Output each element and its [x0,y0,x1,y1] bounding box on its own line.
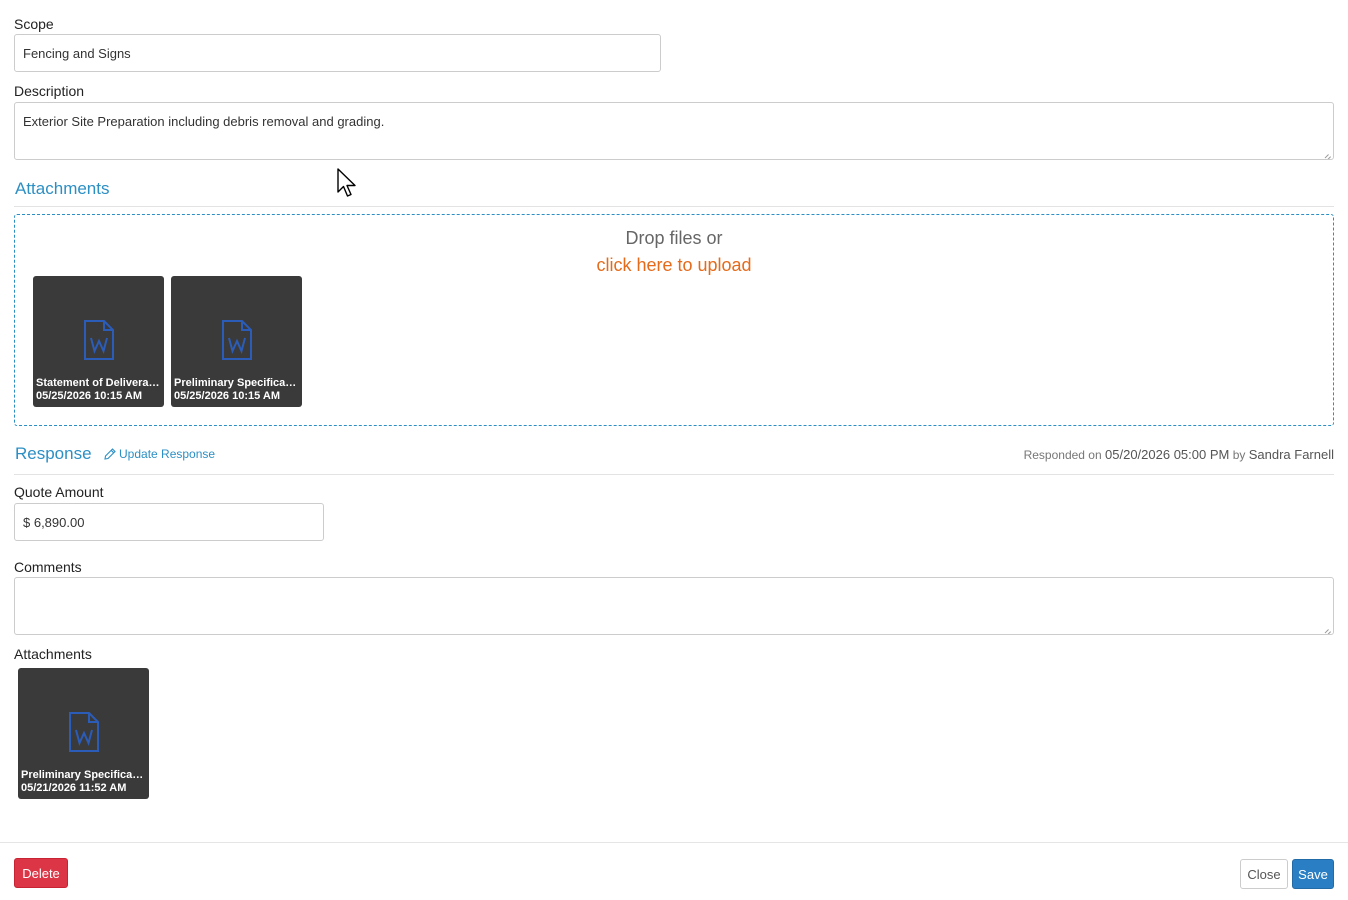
mouse-cursor-icon [337,168,356,197]
footer-divider [0,842,1348,843]
response-attachments-label: Attachments [14,646,92,662]
resize-grip-icon[interactable] [1323,149,1331,157]
attachments-divider [14,206,1334,207]
attachment-tile[interactable]: Preliminary Specifications 05/25/2026 10… [171,276,302,407]
upload-link[interactable]: click here to upload [15,255,1333,276]
attachment-date: 05/25/2026 10:15 AM [36,390,142,402]
close-button[interactable]: Close [1240,859,1288,889]
word-file-icon [221,320,252,360]
file-dropzone[interactable]: Drop files or click here to upload State… [14,214,1334,426]
responded-prefix: Responded on [1023,448,1102,462]
attachment-date: 05/25/2026 10:15 AM [174,390,280,402]
attachment-name: Preliminary Specifications [174,377,298,389]
save-button[interactable]: Save [1292,859,1334,889]
word-file-icon [68,712,99,752]
responded-by-user: Sandra Farnell [1248,447,1334,462]
quote-amount-input[interactable]: $ 6,890.00 [14,503,324,541]
delete-button[interactable]: Delete [14,858,68,888]
scope-label: Scope [14,16,54,32]
description-value: Exterior Site Preparation including debr… [23,114,385,129]
attachment-date: 05/21/2026 11:52 AM [21,782,127,794]
response-divider [14,474,1334,475]
comments-textarea[interactable] [14,577,1334,635]
attachment-name: Preliminary Specifications [21,769,145,781]
description-textarea[interactable]: Exterior Site Preparation including debr… [14,102,1334,160]
resize-grip-icon[interactable] [1323,624,1331,632]
comments-label: Comments [14,559,82,575]
attachments-section-title: Attachments [15,179,110,198]
word-file-icon [83,320,114,360]
description-label: Description [14,83,85,99]
dropzone-text: Drop files or [625,228,723,248]
responded-date: 05/20/2026 05:00 PM [1105,447,1230,462]
attachment-tile[interactable]: Statement of Deliverables 05/25/2026 10:… [33,276,164,407]
pencil-icon [104,448,116,460]
attachment-name: Statement of Deliverables [36,377,160,389]
update-response-link[interactable]: Update Response [104,447,215,461]
quote-amount-label: Quote Amount [14,484,104,500]
response-section-title: Response [15,444,92,463]
response-attachment-tile[interactable]: Preliminary Specifications 05/21/2026 11… [18,668,149,799]
responded-info: Responded on 05/20/2026 05:00 PM by Sand… [1024,447,1334,462]
responded-by-word: by [1232,448,1246,462]
update-response-label: Update Response [119,447,216,461]
scope-input[interactable]: Fencing and Signs [14,34,661,72]
